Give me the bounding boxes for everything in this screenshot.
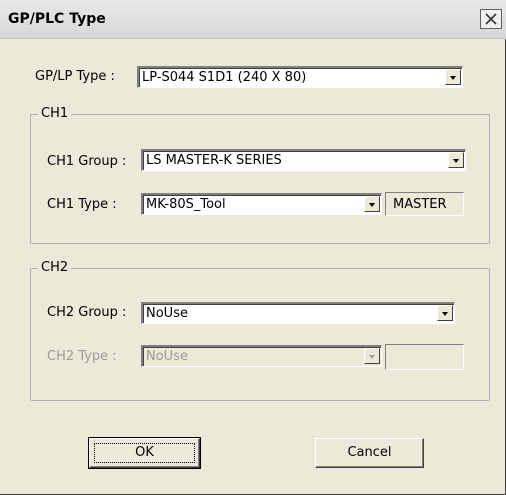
ch1-group-dropdown-button[interactable] <box>448 152 464 168</box>
ch2-group-value: NoUse <box>146 306 188 321</box>
title-bar[interactable]: GP/PLC Type <box>0 0 506 39</box>
ch2-type-label: CH2 Type : <box>47 349 117 364</box>
ch1-group-label: CH1 Group : <box>47 154 127 169</box>
ch2-mode-box <box>385 344 464 370</box>
gp-plc-type-dialog: GP/PLC Type GP/LP Type : LP-S044 S1D1 (2… <box>0 0 506 495</box>
chevron-down-icon <box>369 203 375 207</box>
ch2-type-select: NoUse <box>141 345 382 367</box>
gplp-type-select[interactable]: LP-S044 S1D1 (240 X 80) <box>137 66 463 88</box>
ch2-type-value: NoUse <box>146 349 188 364</box>
ch2-group-title: CH2 <box>38 260 72 275</box>
chevron-down-icon <box>369 355 375 359</box>
ch2-group-select[interactable]: NoUse <box>141 302 455 324</box>
cancel-button-label: Cancel <box>347 445 392 460</box>
ch1-type-value: MK-80S_Tool <box>146 197 226 212</box>
gplp-dropdown-button[interactable] <box>445 69 461 85</box>
gplp-type-value: LP-S044 S1D1 (240 X 80) <box>142 70 307 85</box>
ch1-groupbox <box>30 114 490 244</box>
ch2-type-dropdown-button <box>364 348 380 364</box>
ch2-group-dropdown-button[interactable] <box>437 305 453 321</box>
ch1-type-label: CH1 Type : <box>47 197 117 212</box>
chevron-down-icon <box>450 76 456 80</box>
ch1-mode-value: MASTER <box>393 197 447 212</box>
ch2-group-label: CH2 Group : <box>47 305 127 320</box>
chevron-down-icon <box>453 159 459 163</box>
close-button[interactable] <box>480 9 502 29</box>
ch1-type-dropdown-button[interactable] <box>364 196 380 212</box>
gplp-type-label: GP/LP Type : <box>35 69 115 84</box>
window-title: GP/PLC Type <box>8 11 106 27</box>
ok-button-label: OK <box>135 445 154 460</box>
ok-button[interactable]: OK <box>88 437 201 469</box>
ch1-mode-box: MASTER <box>385 192 464 216</box>
ch2-groupbox <box>30 268 490 401</box>
close-icon <box>485 13 497 25</box>
ch1-type-select[interactable]: MK-80S_Tool <box>141 193 382 215</box>
chevron-down-icon <box>442 312 448 316</box>
ch1-group-value: LS MASTER-K SERIES <box>146 153 282 168</box>
ch1-group-title: CH1 <box>38 106 72 121</box>
ch1-group-select[interactable]: LS MASTER-K SERIES <box>141 149 466 171</box>
cancel-button[interactable]: Cancel <box>315 438 424 468</box>
